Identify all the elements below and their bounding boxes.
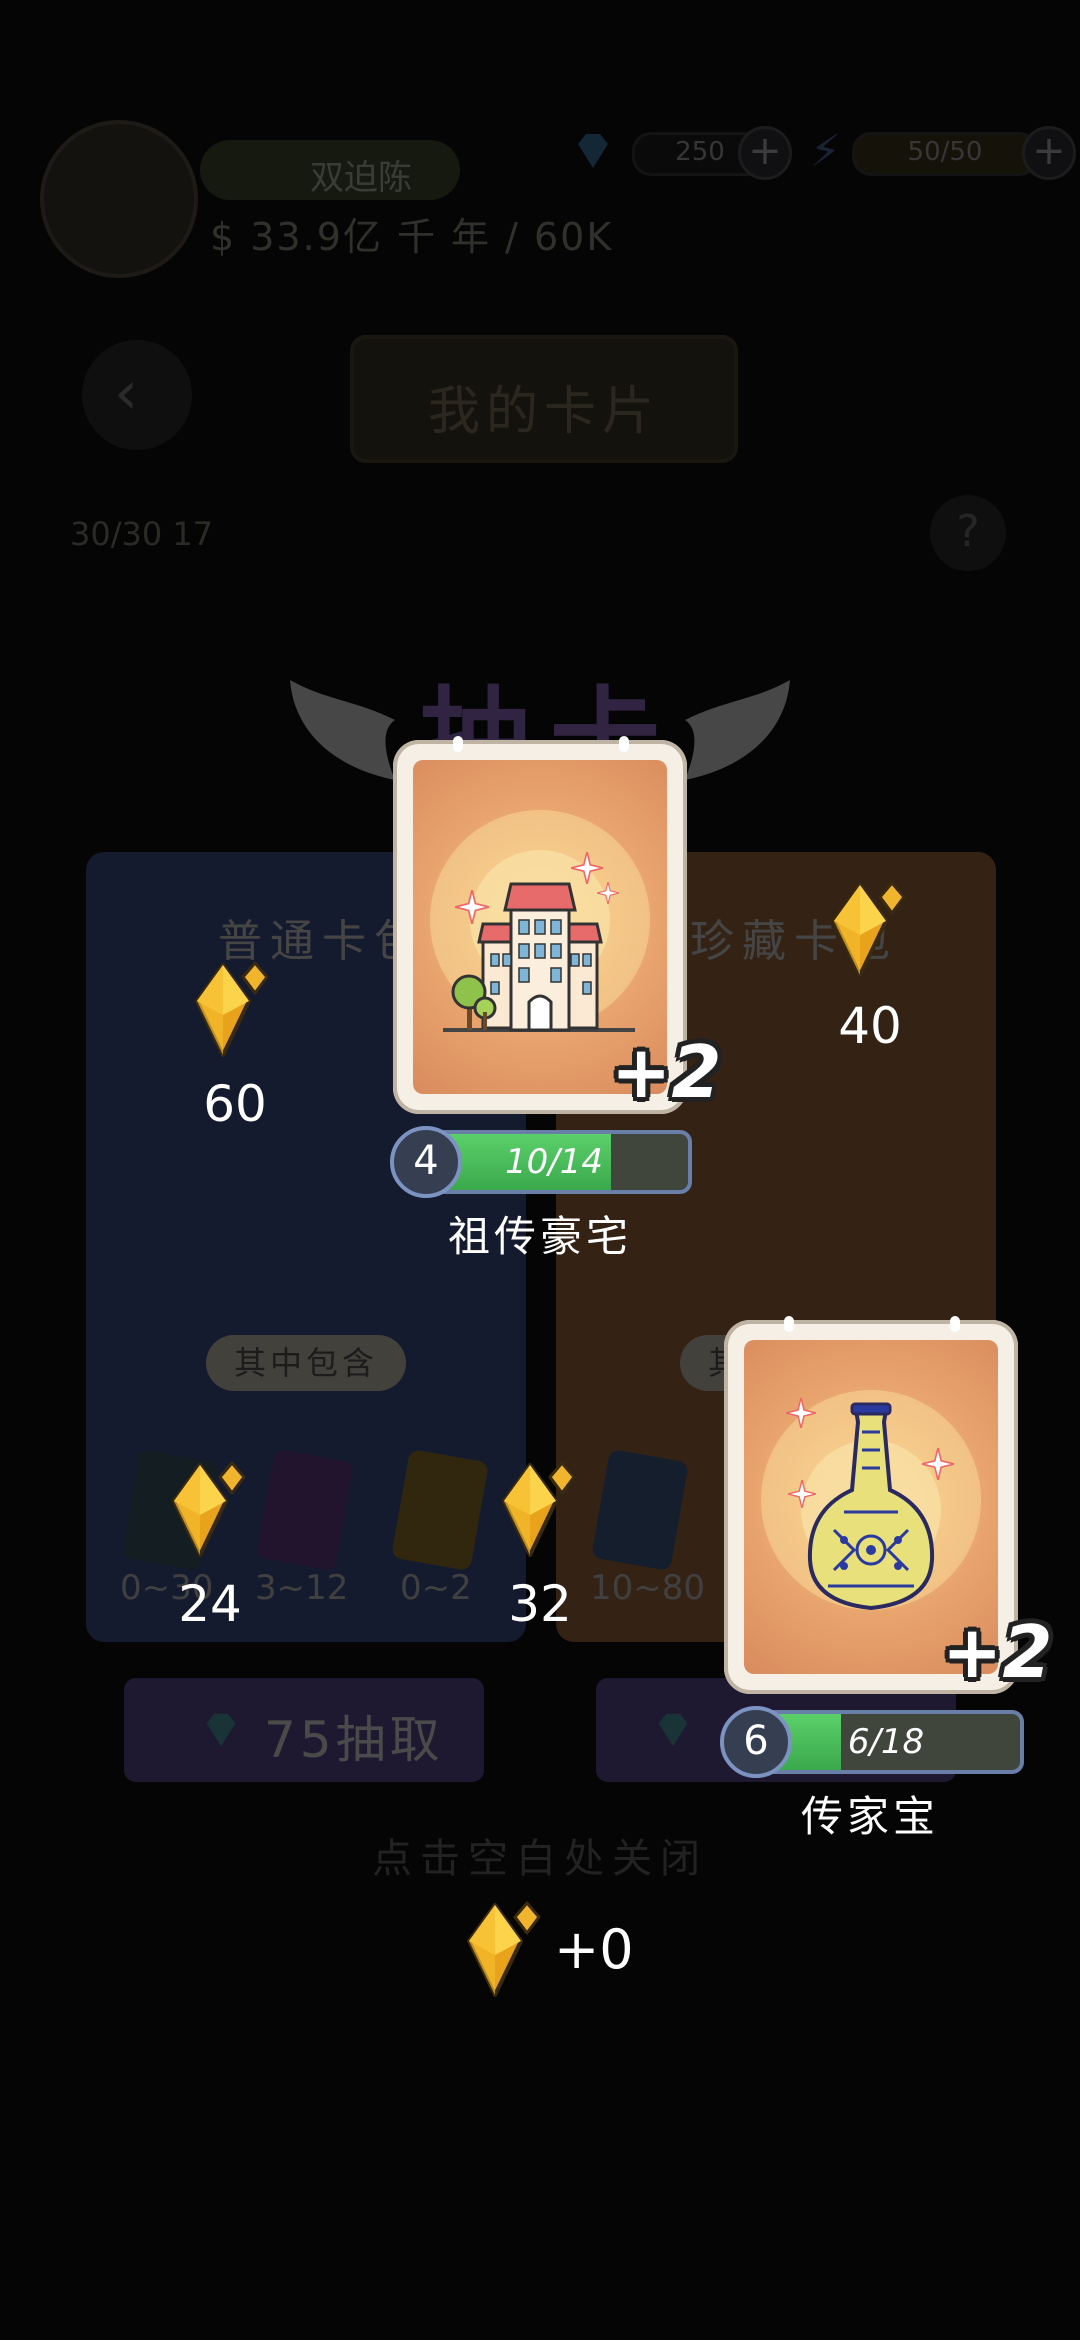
diamond-icon [658, 1713, 688, 1747]
player-level-text: 双迫陈 [310, 158, 412, 198]
gold-gem-icon [465, 1895, 545, 2005]
card-pin [950, 1316, 960, 1332]
normal-includes-label: 其中包含 [206, 1335, 406, 1391]
draw-normal-label: 75抽取 [264, 1711, 444, 1769]
add-energy-button[interactable]: + [1022, 126, 1076, 180]
card-bonus: +2 [611, 1030, 722, 1114]
gold-gem-icon [170, 1455, 250, 1565]
card-pin [453, 736, 463, 752]
gold-gem-icon [830, 875, 910, 985]
screen-title-plaque: 我的卡片 [350, 335, 738, 463]
normal-pack-gem-count: 60 [203, 1075, 267, 1133]
gold-gem-icon [500, 1455, 580, 1565]
energy-bolt-icon: ⚡ [810, 126, 841, 177]
card-pin [619, 736, 629, 752]
money-line: $ 33.9亿 千 年 / 60K [210, 215, 614, 259]
rare-pack-gem-count: 40 [838, 997, 902, 1055]
card-bonus: +2 [942, 1610, 1053, 1694]
card-heirloom[interactable]: +2 [724, 1316, 1052, 1694]
screen-title: 我的卡片 [427, 382, 660, 442]
card-progress-text: 6/18 [847, 1722, 925, 1762]
diamond-icon [578, 134, 608, 168]
add-gems-button[interactable]: + [738, 126, 792, 180]
energy-counter: 50/50 [852, 132, 1038, 176]
card-mansion[interactable]: +2 [393, 736, 721, 1114]
player-avatar[interactable] [40, 120, 198, 278]
reward-count: +0 [554, 1918, 634, 1981]
collection-stats: 30/30 17 [70, 515, 214, 553]
card-name: 传家宝 [800, 1792, 939, 1841]
card-level-badge: 4 [390, 1126, 462, 1198]
draw-normal-button[interactable]: 75抽取 [124, 1678, 484, 1782]
card-pin [784, 1316, 794, 1332]
diamond-icon [206, 1713, 236, 1747]
help-button[interactable]: ? [930, 495, 1006, 571]
card-gem-count: 24 [178, 1575, 242, 1633]
card-gem-count: 32 [508, 1575, 572, 1633]
gold-gem-icon [193, 955, 273, 1065]
back-button[interactable]: ‹ [82, 340, 192, 450]
player-level-chip: 双迫陈 [200, 140, 460, 200]
card-name: 祖传豪宅 [447, 1212, 632, 1261]
back-arrow-icon: ‹ [114, 358, 138, 428]
energy-value: 50/50 [907, 137, 983, 167]
card-level-badge: 6 [720, 1706, 792, 1778]
